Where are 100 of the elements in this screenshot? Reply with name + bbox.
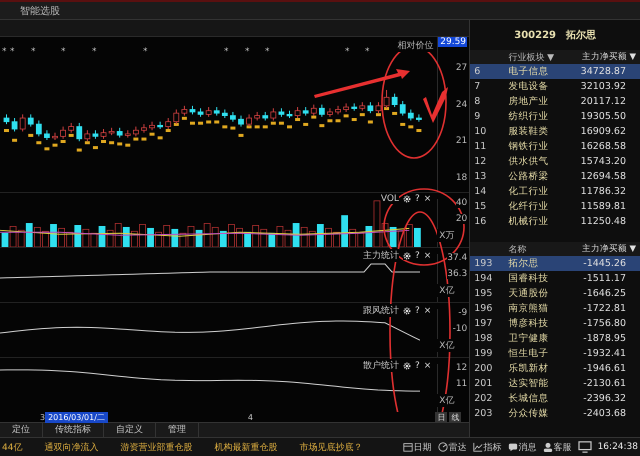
axis-tick: 20 <box>456 214 468 224</box>
toolbar-button[interactable]: 日期 <box>402 440 432 454</box>
menu-item[interactable]: 智能选股 <box>20 4 60 18</box>
table-row[interactable]: 200 乐凯新材 -1946.61 <box>470 361 640 376</box>
event-marker[interactable]: * <box>10 47 14 58</box>
indicator-title: 主力统计 <box>362 249 399 262</box>
table-row[interactable]: 11 钢铁行业 16268.58 <box>470 139 640 154</box>
table-row[interactable]: 9 纺织行业 19305.50 <box>470 109 640 124</box>
table-row[interactable]: 8 房地产业 20117.12 <box>470 94 640 110</box>
candle <box>278 108 284 118</box>
column-header[interactable]: 行业板块 ▼ <box>500 50 572 64</box>
clock-time: 16:24:38 <box>598 442 638 452</box>
event-marker[interactable]: * <box>265 47 270 58</box>
candle <box>100 128 106 140</box>
table-row[interactable]: 12 供水供气 15743.20 <box>470 154 640 170</box>
toolbar-button[interactable]: 雷达 <box>438 440 467 454</box>
help-button[interactable]: ? <box>414 306 420 316</box>
table-row[interactable]: 202 长城信息 -2396.32 <box>470 391 640 406</box>
axis-tick: 4 <box>248 412 253 422</box>
settings-icon[interactable] <box>402 195 411 204</box>
candle <box>302 106 309 116</box>
toolbar-button[interactable]: 指标 <box>472 440 502 454</box>
candle <box>44 130 50 141</box>
close-button[interactable]: × <box>424 306 432 316</box>
indicator-title: 跟风统计 <box>362 304 399 318</box>
candle <box>141 124 147 134</box>
ticker-link[interactable]: 通双向净流入 <box>44 440 98 454</box>
axis-tick: 40 <box>456 198 468 208</box>
axis-tick: -9 <box>458 308 468 318</box>
candle <box>182 105 188 116</box>
table-row[interactable]: 203 分众传媒 -2403.68 <box>470 406 640 422</box>
period-button[interactable]: 日 <box>435 412 448 423</box>
candle <box>286 110 292 119</box>
event-marker[interactable]: * <box>92 47 96 58</box>
column-header[interactable]: 名称 <box>500 242 572 256</box>
candle <box>270 108 276 122</box>
table-row[interactable]: 14 化工行业 11786.32 <box>470 184 640 200</box>
table-row[interactable]: 199 恒生电子 -1932.41 <box>470 346 640 362</box>
ticker-link[interactable]: 机构最新重仓股 <box>214 440 278 454</box>
table-row[interactable]: 13 公路桥梁 12694.58 <box>470 169 640 184</box>
table-row[interactable]: 10 服装鞋类 16909.62 <box>470 124 640 140</box>
candle <box>76 122 82 142</box>
table-row[interactable]: 16 机械行业 11250.48 <box>470 214 640 230</box>
candle <box>416 114 422 122</box>
radar-icon <box>438 442 448 452</box>
table-row[interactable]: 196 南京熊猫 -1722.81 <box>470 301 640 316</box>
ticker-link[interactable]: 游资营业部重仓股 <box>120 440 192 454</box>
table-row[interactable]: 194 国睿科技 -1511.17 <box>470 271 640 286</box>
period-button[interactable]: 线 <box>449 412 462 423</box>
candle <box>400 100 406 116</box>
column-header[interactable]: 主力净买额 ▼ <box>572 51 640 64</box>
close-button[interactable]: × <box>424 360 432 371</box>
axis-tick: 11 <box>456 378 468 389</box>
axis-unit: X亿 <box>437 394 454 408</box>
event-marker[interactable]: * <box>245 47 250 58</box>
candle <box>384 90 390 109</box>
candle <box>60 126 66 140</box>
table-row[interactable]: 15 化纤行业 11589.81 <box>470 199 640 214</box>
candle <box>214 106 220 116</box>
event-marker[interactable]: * <box>345 47 350 58</box>
candle <box>408 109 414 122</box>
event-marker[interactable]: * <box>2 47 6 58</box>
event-marker[interactable]: * <box>365 47 370 58</box>
candle <box>116 127 123 138</box>
ticker-link[interactable]: 44亿 <box>2 440 22 454</box>
candle <box>4 114 10 125</box>
candle <box>359 102 366 112</box>
table-row[interactable]: 193 拓尔思 -1445.26 <box>470 256 640 272</box>
candle <box>12 118 18 132</box>
table-row[interactable]: 197 博彦科技 -1756.80 <box>470 316 640 332</box>
toolbar-button[interactable]: 客服 <box>542 440 572 454</box>
table-row[interactable]: 6 电子信息 34728.87 <box>470 64 640 80</box>
axis-tick: 12 <box>456 362 468 373</box>
help-button[interactable]: ? <box>414 360 420 371</box>
settings-icon[interactable] <box>402 252 411 260</box>
event-marker[interactable]: * <box>224 47 228 58</box>
help-button[interactable]: ? <box>414 250 420 261</box>
settings-icon[interactable] <box>402 362 411 370</box>
table-row[interactable]: 7 发电设备 32103.92 <box>470 79 640 94</box>
ticker-link[interactable]: 市场见底抄底？ <box>299 440 362 454</box>
cursor-date-label: 2016/03/01/二 <box>45 412 108 423</box>
close-button[interactable]: × <box>424 250 432 261</box>
candle <box>310 104 317 116</box>
axis-unit: X亿 <box>437 339 454 352</box>
settings-icon[interactable] <box>402 306 411 315</box>
column-header[interactable]: 主力净买额 ▼ <box>572 243 640 256</box>
candle <box>294 106 300 119</box>
event-marker[interactable]: * <box>61 47 66 58</box>
axis-unit: X亿 <box>437 284 454 298</box>
event-marker[interactable]: * <box>143 47 148 58</box>
table-row[interactable]: 198 卫宁健康 -1878.95 <box>470 331 640 346</box>
candle <box>157 121 164 130</box>
toolbar-button[interactable]: 消息 <box>508 440 537 454</box>
chart-label: 相对价位 <box>397 39 434 52</box>
table-row[interactable]: 195 天通股份 -1646.25 <box>470 286 640 302</box>
monitor-icon[interactable] <box>578 441 592 454</box>
candle <box>36 120 42 137</box>
event-marker[interactable]: * <box>31 47 36 58</box>
candle <box>254 111 260 122</box>
table-row[interactable]: 201 达实智能 -2130.61 <box>470 376 640 392</box>
